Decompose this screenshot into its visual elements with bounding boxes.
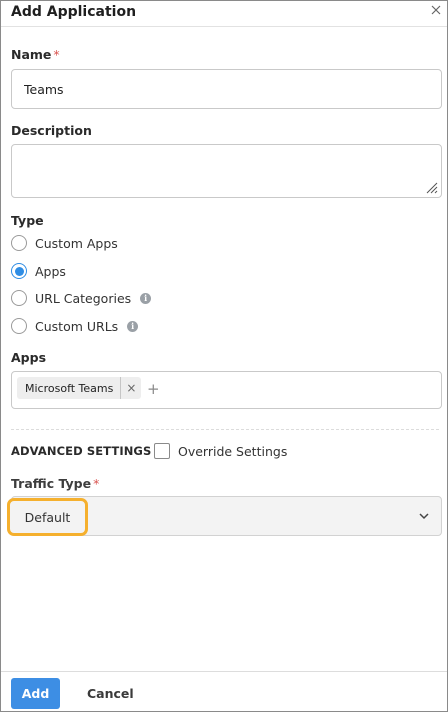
app-chip: Microsoft Teams ×: [17, 377, 142, 399]
section-divider: [11, 429, 439, 430]
description-textarea[interactable]: [11, 144, 442, 198]
radio-label: URL Categories: [35, 290, 132, 306]
name-input[interactable]: [11, 69, 442, 109]
chevron-down-icon[interactable]: [418, 510, 430, 522]
radio-custom-apps[interactable]: Custom Apps: [11, 234, 118, 252]
plus-icon[interactable]: +: [147, 380, 160, 398]
name-label: Name *: [11, 47, 60, 62]
override-settings-checkbox[interactable]: [154, 443, 170, 459]
resize-grip-icon[interactable]: [424, 180, 438, 194]
radio-button[interactable]: [11, 318, 27, 334]
cancel-button[interactable]: Cancel: [87, 686, 134, 701]
description-label: Description: [11, 123, 92, 138]
remove-chip-icon[interactable]: ×: [121, 381, 141, 395]
override-settings-toggle[interactable]: Override Settings: [154, 443, 287, 459]
radio-label: Custom Apps: [35, 235, 118, 251]
radio-button[interactable]: [11, 235, 27, 251]
radio-label: Custom URLs: [35, 318, 119, 334]
header-divider: [1, 26, 447, 27]
close-icon[interactable]: [429, 3, 443, 17]
radio-custom-urls[interactable]: Custom URLs i: [11, 317, 139, 335]
radio-url-categories[interactable]: URL Categories i: [11, 289, 152, 307]
advanced-settings-label: ADVANCED SETTINGS: [11, 444, 152, 458]
required-marker: *: [53, 47, 60, 62]
apps-label: Apps: [11, 350, 47, 365]
info-icon[interactable]: i: [140, 292, 152, 304]
traffic-type-label: Traffic Type *: [11, 476, 100, 491]
dialog-title: Add Application: [11, 4, 137, 20]
chip-label: Microsoft Teams: [25, 381, 114, 395]
required-marker: *: [93, 476, 100, 491]
traffic-type-value[interactable]: Default: [7, 498, 88, 536]
add-application-dialog: Add Application Name* Description Type C…: [0, 0, 448, 712]
footer-divider: [1, 671, 447, 672]
add-button[interactable]: Add: [11, 678, 60, 709]
radio-apps[interactable]: Apps: [11, 262, 66, 280]
info-icon[interactable]: i: [127, 320, 139, 332]
type-label: Type: [11, 213, 44, 228]
radio-label: Apps: [35, 263, 66, 279]
radio-button-selected[interactable]: [11, 263, 27, 279]
override-settings-label: Override Settings: [178, 443, 288, 459]
radio-button[interactable]: [11, 290, 27, 306]
